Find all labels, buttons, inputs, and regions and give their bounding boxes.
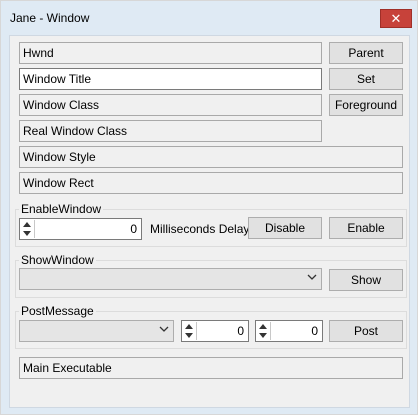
post-button[interactable]: Post — [329, 320, 403, 342]
enable-button-label: Enable — [347, 221, 385, 235]
hwnd-field[interactable]: Hwnd — [19, 42, 322, 64]
main-executable-text: Main Executable — [23, 361, 112, 375]
disable-button-label: Disable — [264, 221, 306, 235]
chevron-down-icon — [159, 326, 169, 332]
spin-arrows-icon[interactable] — [257, 322, 271, 340]
real-window-class-text: Real Window Class — [23, 124, 128, 138]
show-window-select[interactable] — [19, 268, 322, 290]
wparam-value: 0 — [237, 324, 244, 338]
hwnd-text: Hwnd — [23, 46, 54, 60]
show-window-label: ShowWindow — [19, 253, 96, 267]
app-window: Jane - Window ✕ Hwnd Parent Window Title… — [0, 0, 418, 415]
show-button[interactable]: Show — [329, 269, 403, 291]
window-title-field[interactable]: Window Title — [19, 68, 322, 90]
disable-button[interactable]: Disable — [248, 217, 322, 239]
real-window-class-field[interactable]: Real Window Class — [19, 120, 322, 142]
window-title-text: Window Title — [23, 72, 92, 86]
chevron-down-icon — [307, 274, 317, 280]
lparam-value: 0 — [311, 324, 318, 338]
set-button[interactable]: Set — [329, 68, 403, 90]
close-button[interactable]: ✕ — [380, 9, 412, 28]
foreground-button-label: Foreground — [334, 98, 398, 112]
close-icon: ✕ — [390, 11, 402, 26]
spin-arrows-icon[interactable] — [21, 220, 35, 238]
window-style-text: Window Style — [23, 150, 96, 164]
foreground-button[interactable]: Foreground — [329, 94, 403, 116]
wparam-spinner[interactable]: 0 — [181, 320, 249, 342]
delay-spinner[interactable]: 0 — [19, 218, 142, 240]
delay-label: Milliseconds Delay — [150, 222, 250, 236]
delay-value: 0 — [130, 222, 137, 236]
parent-button[interactable]: Parent — [329, 42, 403, 64]
enable-window-label: EnableWindow — [19, 202, 104, 216]
set-button-label: Set — [356, 72, 375, 86]
client-area: Hwnd Parent Window Title Set Window Clas… — [9, 35, 410, 408]
post-message-select[interactable] — [19, 320, 174, 342]
window-class-field[interactable]: Window Class — [19, 94, 322, 116]
title-bar[interactable]: Jane - Window ✕ — [1, 1, 417, 35]
post-message-label: PostMessage — [19, 304, 96, 318]
parent-button-label: Parent — [348, 46, 384, 60]
window-title: Jane - Window — [10, 11, 90, 25]
window-rect-field[interactable]: Window Rect — [19, 172, 403, 194]
lparam-spinner[interactable]: 0 — [255, 320, 323, 342]
enable-button[interactable]: Enable — [329, 217, 403, 239]
spin-arrows-icon[interactable] — [183, 322, 197, 340]
main-executable-field[interactable]: Main Executable — [19, 357, 403, 379]
window-rect-text: Window Rect — [23, 176, 94, 190]
window-style-field[interactable]: Window Style — [19, 146, 403, 168]
post-button-label: Post — [353, 324, 378, 338]
show-button-label: Show — [350, 273, 382, 287]
window-class-text: Window Class — [23, 98, 100, 112]
